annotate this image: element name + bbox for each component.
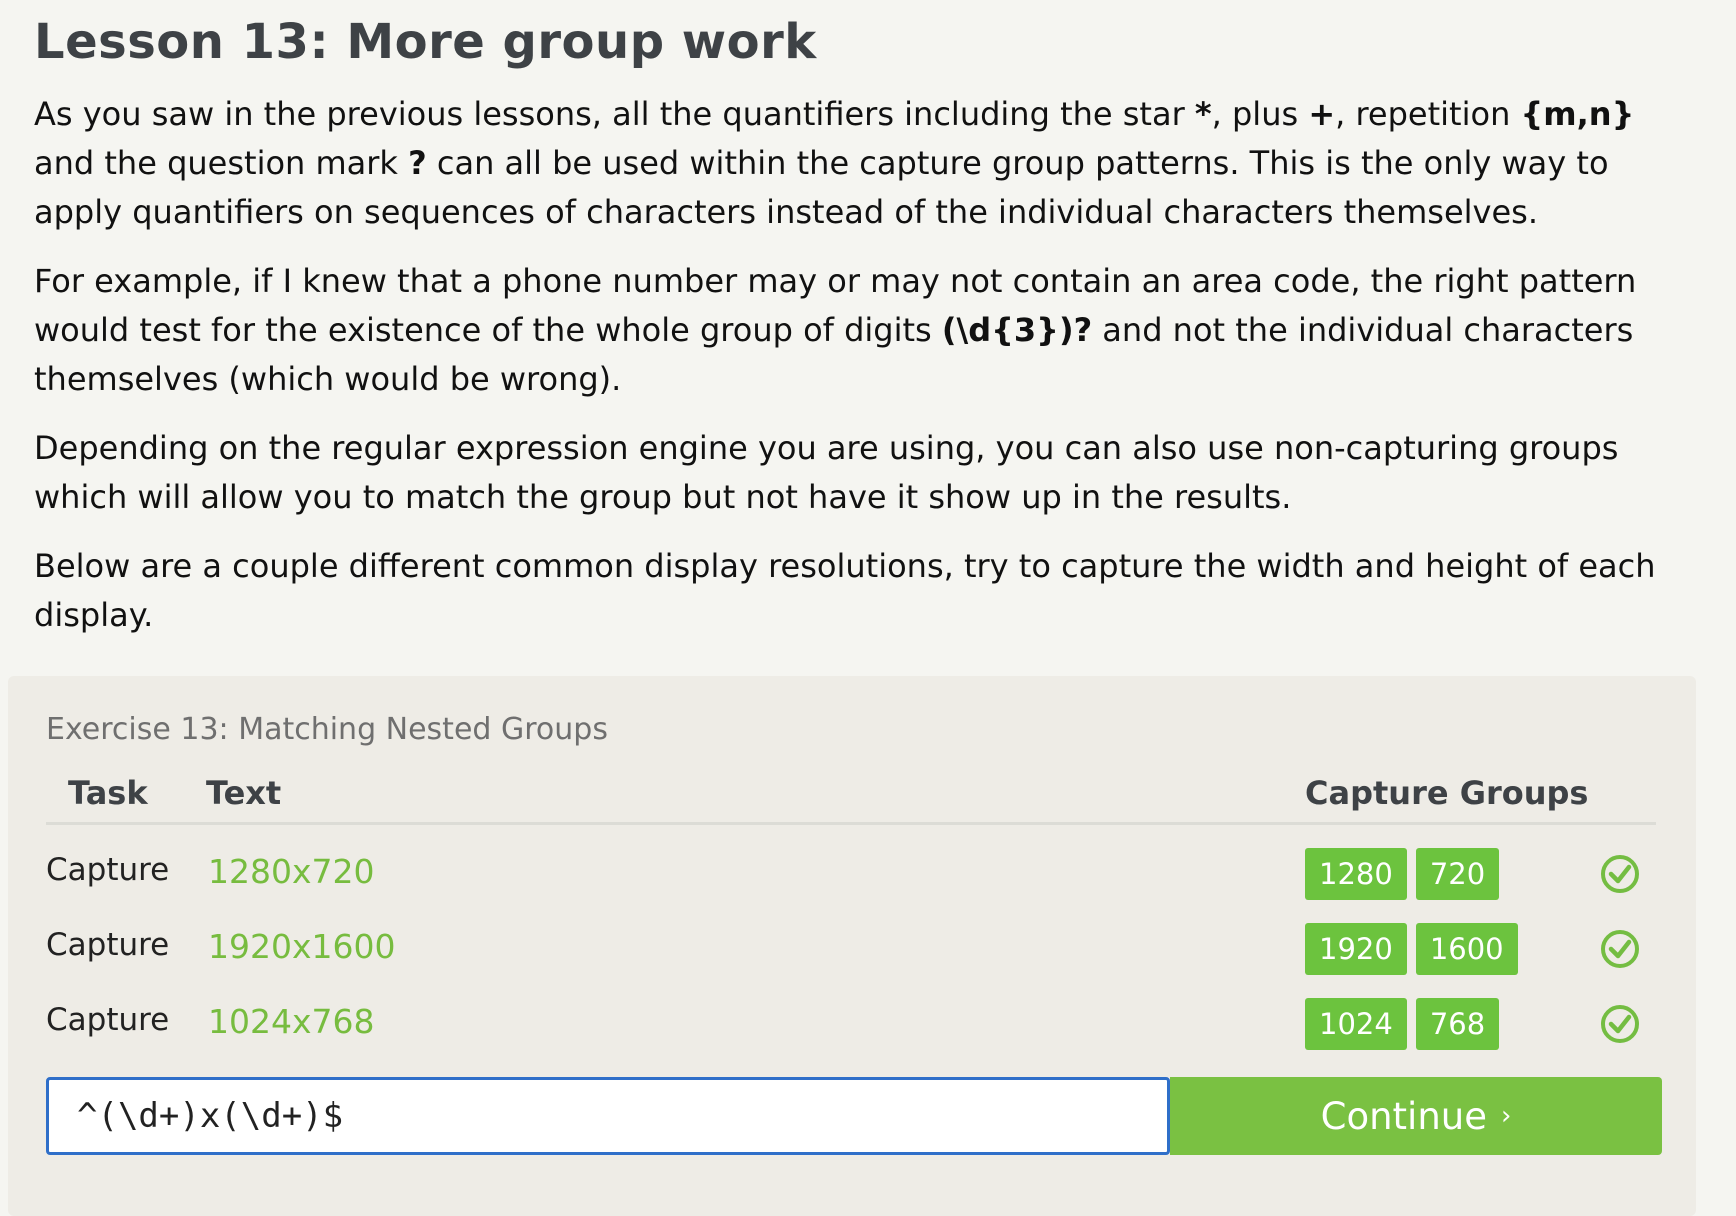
match-text: 1920x1600 <box>208 927 396 966</box>
capture-group-chip: 1920 <box>1305 923 1407 975</box>
chevron-right-icon: › <box>1500 1101 1512 1131</box>
exercise-panel: Exercise 13: Matching Nested Groups Task… <box>8 676 1696 1216</box>
capture-group-chip: 720 <box>1415 848 1500 900</box>
check-icon <box>1601 930 1639 968</box>
paragraph-non-capturing: Depending on the regular expression engi… <box>34 429 1619 516</box>
paragraph-quantifiers: As you saw in the previous lessons, all … <box>34 95 1635 231</box>
check-icon <box>1601 855 1639 893</box>
task-label: Capture <box>46 927 170 963</box>
page-title: Lesson 13: More group work <box>34 14 817 70</box>
continue-button[interactable]: Continue › <box>1170 1077 1662 1155</box>
capture-groups: 1024 768 <box>1305 998 1500 1050</box>
table-row: Capture 1920x1600 1920 1600 <box>8 923 1696 983</box>
header-task: Task <box>68 774 148 812</box>
capture-groups: 1920 1600 <box>1305 923 1518 975</box>
header-capture-groups: Capture Groups <box>1305 774 1589 812</box>
regex-input[interactable] <box>46 1077 1170 1155</box>
header-divider <box>46 822 1656 825</box>
capture-group-chip: 1024 <box>1305 998 1407 1050</box>
match-text: 1280x720 <box>208 852 375 891</box>
lesson-content: Lesson 13: More group work As you saw in… <box>34 14 1674 660</box>
table-row: Capture 1024x768 1024 768 <box>8 998 1696 1058</box>
table-row: Capture 1280x720 1280 720 <box>8 848 1696 908</box>
capture-group-chip: 1600 <box>1415 923 1518 975</box>
exercise-title: Exercise 13: Matching Nested Groups <box>46 712 608 747</box>
paragraph-example: For example, if I knew that a phone numb… <box>34 262 1637 398</box>
continue-label: Continue <box>1320 1094 1487 1138</box>
capture-groups: 1280 720 <box>1305 848 1500 900</box>
capture-group-chip: 1280 <box>1305 848 1407 900</box>
task-label: Capture <box>46 852 170 888</box>
match-text: 1024x768 <box>208 1002 375 1041</box>
check-icon <box>1601 1005 1639 1043</box>
paragraph-instructions: Below are a couple different common disp… <box>34 547 1656 634</box>
task-label: Capture <box>46 1002 170 1038</box>
header-text: Text <box>206 774 282 812</box>
capture-group-chip: 768 <box>1415 998 1500 1050</box>
